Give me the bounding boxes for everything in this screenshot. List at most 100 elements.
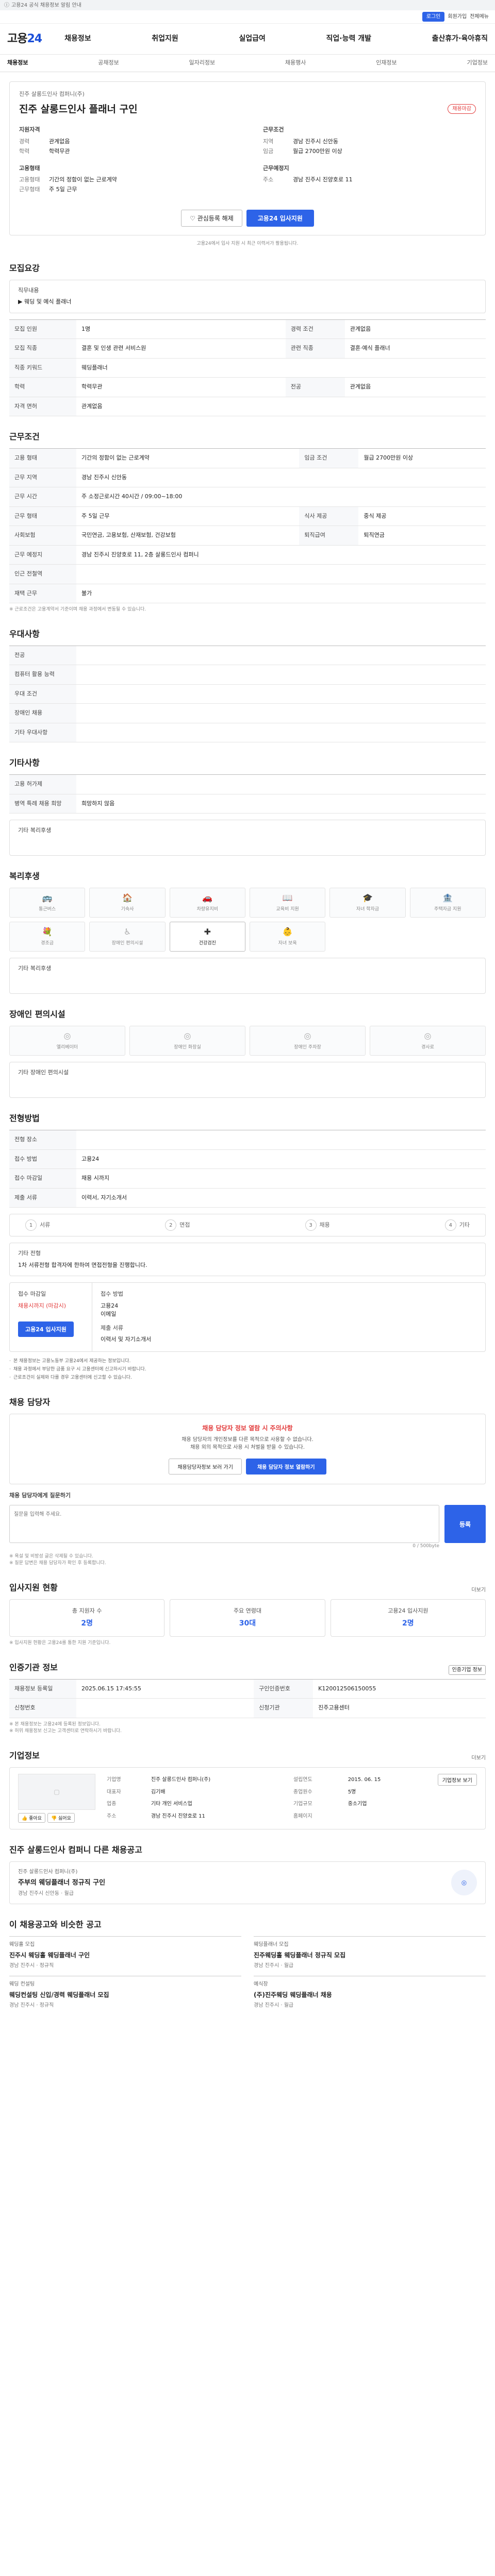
row-label: 모집 인원 <box>9 319 76 339</box>
welfare-icon: 🏦 <box>442 893 453 903</box>
list-item[interactable]: 웨딩홀 모집진주시 웨딩홀 웨딩플래너 구인경남 진주시 · 정규직 <box>9 1936 241 1970</box>
apply-notice: 고용24에서 입사 지원 시 최근 이력서가 활용됩니다. <box>196 241 299 246</box>
gnb-item[interactable]: 출산휴가·육아휴직 <box>432 33 488 44</box>
gnb-item[interactable]: 직업·능력 개발 <box>326 33 371 44</box>
row-label: 고용 허가제 <box>9 774 76 794</box>
gnb-item[interactable]: 실업급여 <box>239 33 266 44</box>
procedure-step: 3 채용 <box>305 1219 330 1231</box>
reco-company: 예식장 <box>254 1981 268 1987</box>
apply-button[interactable]: 고용24 입사지원 <box>246 210 314 227</box>
etc-table: 고용 허가제 병역 특례 채용 희망 희망하지 않음 <box>9 774 486 814</box>
reco-company: 웨딩홀 모집 <box>9 1942 35 1947</box>
section-title: 기업정보 <box>9 1750 40 1760</box>
table-row: 인근 전철역 <box>9 564 486 584</box>
disabled-section: 장애인 편의시설 ◎ 엘리베이터 ◎ 장애인 화장실 ◎ 장애인 주차장 ◎ 경사로 기타 장… <box>9 999 486 1103</box>
row-label: 우대 조건 <box>9 684 76 704</box>
reco-title[interactable]: 진주웨딩홀 웨딩플래너 정규직 모집 <box>254 1951 486 1960</box>
table-row: 기업명 진주 살롱드인사 컴퍼니(주) 설립연도 2015. 06. 15 <box>104 1774 430 1786</box>
gnb-item[interactable]: 채용정보 <box>64 33 91 44</box>
procedure-step: 2 면접 <box>165 1219 190 1231</box>
welfare-item: 🏦 주택자금 지원 <box>409 888 486 918</box>
section-title: 진주 살롱드인사 컴퍼니 다른 채용공고 <box>9 1844 142 1855</box>
list-item[interactable]: 예식장 (주)진주웨딩 웨딩플래너 채용 경남 진주시 · 월급 <box>254 1976 486 2009</box>
row-label: 인근 전철역 <box>9 564 76 584</box>
row-value: 국민연금, 고용보험, 산재보험, 건강보험 <box>76 526 300 546</box>
more-link[interactable]: 더보기 <box>471 1754 486 1762</box>
row-value: 중소기업 <box>348 1801 367 1807</box>
row-value: 주 5일 근무 <box>76 506 300 526</box>
step-label: 면접 <box>179 1221 190 1228</box>
row-label: 종업원수 <box>293 1789 312 1795</box>
row-value: 5명 <box>348 1789 356 1795</box>
reco-title[interactable]: 진주시 웨딩홀 웨딩플래너 구인 <box>9 1951 241 1960</box>
reco2-section: 이 채용공고와 비슷한 공고 웨딩홀 모집진주시 웨딩홀 웨딩플래너 구인경남 … <box>9 1909 486 2020</box>
section-title: 복리후생 <box>9 871 40 881</box>
reco-title[interactable]: 웨딩컨설팅 신입/경력 웨딩플래너 모집 <box>9 1990 241 1999</box>
dislike-button[interactable]: 👎 싫어요 <box>47 1812 75 1823</box>
welfare-icon: 💐 <box>42 927 53 937</box>
row-label: 전형 장소 <box>9 1130 76 1150</box>
row-value <box>76 564 486 584</box>
row-label: 근무 형태 <box>9 506 76 526</box>
register-button[interactable]: 등록 <box>444 1505 486 1543</box>
welfare-label: 기숙사 <box>121 907 134 912</box>
row-label: 퇴직급여 <box>299 526 359 546</box>
step-number-icon: 4 <box>444 1219 456 1231</box>
row-value: 학력무관 <box>76 377 286 397</box>
row-value: 1명 <box>76 319 286 339</box>
row-value <box>76 665 486 685</box>
cert-link[interactable]: 인증기업 정보 <box>448 1665 486 1675</box>
all-menu-link[interactable]: 전체메뉴 <box>470 13 489 21</box>
reco-job-link[interactable]: 주부의 웨딩플래너 정규직 구인 <box>18 1878 105 1888</box>
row-value: 이력서, 자기소개서 <box>76 1188 486 1208</box>
info-table: 채용정보 등록일 2025.06.15 17:45:55 구인인증번호 K120012… <box>9 1679 486 1718</box>
row-label: 컴퓨터 활용 능력 <box>9 665 76 685</box>
apply-button-2[interactable]: 고용24 입사지원 <box>18 1321 74 1337</box>
subnav-item[interactable]: 기업정보 <box>467 59 487 67</box>
question-input[interactable] <box>9 1505 439 1543</box>
table-row: 학력 학력무관 전공 관계없음 <box>9 377 486 397</box>
more-link[interactable]: 더보기 <box>471 1586 486 1594</box>
row-label: 병역 특례 채용 희망 <box>9 794 76 814</box>
row-value: 결혼·예식 플래너 <box>344 338 486 359</box>
step-number-icon: 3 <box>305 1219 317 1231</box>
row-value: 채용 시까지 <box>76 1168 486 1189</box>
job-title: 진주 살롱드인사 플래너 구인 <box>19 103 138 115</box>
subnav-item[interactable]: 공채정보 <box>98 59 119 67</box>
section-title: 근무조건 <box>9 432 40 442</box>
site-header: 고용24 채용정보 취업지원 실업급여 직업·능력 개발 출산휴가·육아휴직 <box>0 24 495 55</box>
reco-meta: 경남 진주시 · 정규직 <box>9 1963 54 1969</box>
list-item[interactable]: 웨딩 컨설팅 웨딩컨설팅 신입/경력 웨딩플래너 모집 경남 진주시 · 정규직 <box>9 1976 241 2009</box>
subnav-item[interactable]: 채용정보 <box>7 59 28 67</box>
table-row: 근무 시간 주 소정근로시간 40시간 / 09:00~18:00 <box>9 487 486 507</box>
section-title: 우대사항 <box>9 629 40 639</box>
row-value: 월급 2700만원 이상 <box>358 448 486 468</box>
favorite-button[interactable]: ♡ 관심등록 해제 <box>181 210 242 227</box>
subnav-item[interactable]: 일자리정보 <box>189 59 216 67</box>
logo[interactable]: 고용24 <box>7 30 42 47</box>
stats-section: 입사지원 현황 더보기 총 지원자 수 2명 주요 연령대 30대 고용24 입사지원… <box>9 1582 486 1646</box>
reco-title[interactable]: (주)진주웨딩 웨딩플래너 채용 <box>254 1990 486 1999</box>
row-value: 중식 제공 <box>358 506 486 526</box>
facility-label: 장애인 화장실 <box>174 1045 201 1050</box>
welfare-icon: ♿ <box>123 927 131 937</box>
contact-view-button[interactable]: 채용 담당자 정보 열람하기 <box>245 1458 326 1475</box>
signup-link[interactable]: 회원가입 <box>448 13 467 21</box>
row-value <box>76 723 486 742</box>
procedure-section: 전형방법 전형 장소 접수 방법 고용24 접수 마감일 채용 시까지 제출 서류 이력서,… <box>9 1103 486 1387</box>
section-title: 이 채용공고와 비슷한 공고 <box>9 1920 102 1929</box>
subnav-item[interactable]: 인재정보 <box>376 59 397 67</box>
row-label: 임금 조건 <box>299 448 359 468</box>
like-button[interactable]: 👍 좋아요 <box>18 1812 45 1823</box>
list-item[interactable]: 웨딩플래너 모집 진주웨딩홀 웨딩플래너 정규직 모집 경남 진주시 · 월급 <box>254 1936 486 1970</box>
row-value: 관계없음 <box>344 377 486 397</box>
contact-link-button[interactable]: 채용담당자정보 보러 가기 <box>169 1458 242 1475</box>
reco-company: 웨딩플래너 모집 <box>254 1942 289 1947</box>
step-label: 서류 <box>40 1221 51 1228</box>
login-link[interactable]: 로그인 <box>422 12 445 22</box>
gnb-item[interactable]: 취업지원 <box>152 33 178 44</box>
table-row: 고용 형태 기간의 정함이 없는 근로계약 임금 조건 월급 2700만원 이상 <box>9 448 486 468</box>
company-name[interactable]: 진주 살롱드인사 컴퍼니(주) <box>19 90 476 99</box>
company-info-button[interactable]: 기업정보 보기 <box>437 1773 477 1786</box>
subnav-item[interactable]: 채용행사 <box>285 59 306 67</box>
